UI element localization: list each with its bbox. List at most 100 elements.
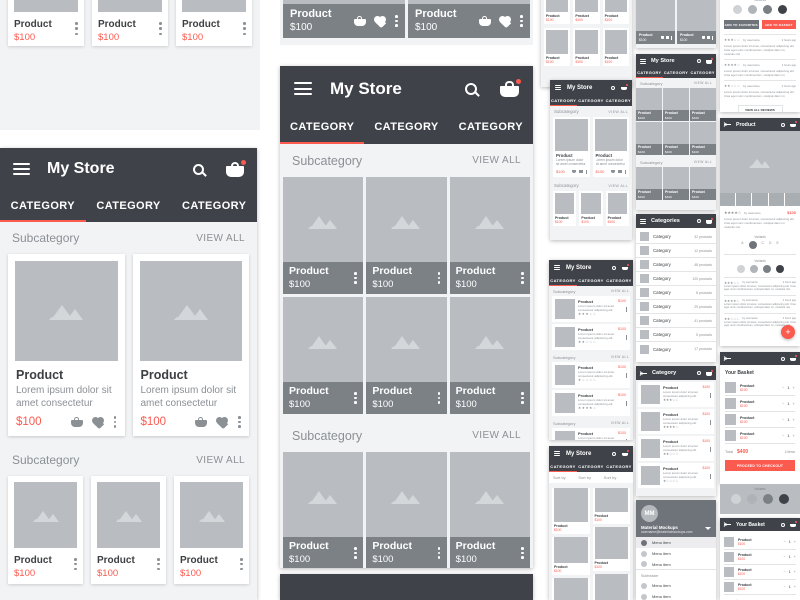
search-icon[interactable] (781, 122, 785, 127)
drawer-item[interactable]: Menu item (636, 559, 716, 570)
decrement-button[interactable]: − (782, 385, 784, 390)
chevron-down-icon[interactable] (705, 527, 711, 530)
variant-swatch[interactable] (731, 494, 741, 504)
back-arrow-icon[interactable] (639, 370, 647, 376)
heart-icon[interactable] (497, 14, 513, 29)
hamburger-icon[interactable] (640, 218, 646, 224)
view-all-link[interactable]: VIEW ALL (611, 289, 629, 293)
hamburger-icon[interactable] (554, 451, 560, 456)
more-vertical-icon[interactable] (159, 22, 162, 35)
more-vertical-icon[interactable] (710, 474, 711, 479)
decrement-button[interactable]: − (783, 540, 785, 544)
product-tile[interactable]: Product $100 (663, 122, 689, 155)
basket-row[interactable]: Product $100−1 + (724, 550, 796, 565)
variant-swatch-selected[interactable] (762, 264, 771, 273)
tab-category-3[interactable]: CATEGORY (171, 190, 257, 222)
tab-category-3[interactable]: CATEGORY (449, 111, 533, 144)
search-icon[interactable] (193, 163, 207, 177)
increment-button[interactable]: + (794, 555, 796, 559)
view-all-link[interactable]: VIEW ALL (611, 355, 629, 359)
product-card[interactable]: Product$100 (602, 28, 629, 66)
heart-icon[interactable] (578, 170, 583, 173)
decrement-button[interactable]: − (783, 570, 785, 574)
screen-thumb-my-store-rows[interactable]: My Store CATEGORY CATEGORY CATEGORY Subc… (549, 260, 633, 440)
view-all-link[interactable]: VIEW ALL (472, 430, 521, 441)
basket-icon[interactable] (622, 264, 629, 270)
basket-icon[interactable] (790, 121, 797, 127)
add-to-basket-button[interactable]: ADD TO BASKET (761, 20, 796, 29)
screen-navigation-drawer[interactable]: MM Material Mockups username@materialmoc… (636, 500, 716, 600)
more-vertical-icon[interactable] (712, 35, 713, 40)
more-vertical-icon[interactable] (520, 272, 524, 284)
tab-category-3[interactable]: CATEGORY (689, 68, 716, 78)
tab-category-2[interactable]: CATEGORY (663, 68, 690, 78)
search-icon[interactable] (781, 522, 785, 527)
product-card[interactable]: Product $100 (8, 0, 84, 46)
category-tabs[interactable]: CATEGORY CATEGORY CATEGORY (636, 68, 716, 78)
variant-swatches[interactable] (724, 5, 796, 14)
variant-swatch[interactable] (747, 494, 757, 504)
increment-button[interactable]: + (793, 401, 795, 406)
screen-thumb-tiles-partial[interactable]: Product $100 Product $100 (636, 0, 716, 48)
more-vertical-icon[interactable] (113, 416, 117, 428)
product-hero-image[interactable] (720, 131, 800, 193)
heart-icon[interactable] (666, 36, 669, 39)
screen-thumb-my-store-cards[interactable]: My Store CATEGORY CATEGORY CATEGORY Subc… (550, 80, 632, 240)
screen-my-store-list[interactable]: My Store CATEGORY CATEGORY CATEGORY Subc… (0, 148, 257, 600)
basket-icon[interactable] (706, 369, 713, 376)
variant-swatch[interactable] (749, 264, 758, 273)
product-tile[interactable]: Product $100 (636, 88, 662, 121)
tab-category-3[interactable]: CATEGORY (605, 275, 633, 286)
basket-icon[interactable] (70, 417, 83, 427)
product-tile[interactable]: Product $100 (366, 452, 447, 568)
screen-categories[interactable]: Categories Category 32 products Category 1… (636, 214, 716, 362)
basket-icon[interactable] (622, 450, 629, 456)
tab-category-2[interactable]: CATEGORY (86, 190, 172, 222)
tab-category-2[interactable]: CATEGORY (577, 275, 605, 286)
search-icon[interactable] (612, 265, 616, 270)
list-item[interactable]: Product$100Lorem ipsum dolor sit amet co… (552, 362, 630, 388)
more-vertical-icon[interactable] (354, 272, 357, 284)
more-vertical-icon[interactable] (240, 558, 243, 570)
more-vertical-icon[interactable] (243, 22, 246, 35)
more-vertical-icon[interactable] (437, 392, 441, 404)
more-vertical-icon[interactable] (157, 558, 160, 570)
product-card[interactable]: Product $100 (92, 0, 168, 46)
basket-icon[interactable] (479, 16, 491, 26)
decrement-button[interactable]: − (783, 585, 785, 589)
tab-category-3[interactable]: CATEGORY (605, 461, 633, 472)
product-tile[interactable]: Product $100 (366, 297, 447, 414)
basket-icon[interactable] (706, 57, 713, 64)
category-tabs[interactable]: CATEGORY CATEGORY CATEGORY (0, 190, 257, 222)
back-arrow-icon[interactable] (723, 522, 731, 528)
list-item[interactable]: Product$100Lorem ipsum dolor sit amet co… (552, 324, 630, 350)
basket-icon[interactable] (790, 521, 797, 527)
product-card[interactable]: Product Lorem ipsum dolor sit amet conse… (553, 117, 590, 177)
list-item[interactable]: Product$100Lorem ipsum dolor sit amet co… (552, 296, 630, 322)
category-tabs[interactable]: CATEGORY CATEGORY CATEGORY (549, 275, 633, 286)
list-item[interactable]: Category 5 products (636, 328, 716, 342)
product-card[interactable]: Product$100 (544, 28, 571, 66)
view-all-reviews-button[interactable]: VIEW ALL REVIEWS (737, 105, 783, 112)
basket-icon[interactable] (706, 217, 713, 224)
hamburger-icon[interactable] (554, 265, 560, 270)
variant-size[interactable]: D (769, 241, 771, 249)
tab-category-2[interactable]: CATEGORY (577, 95, 604, 106)
variant-size[interactable]: E (776, 241, 778, 249)
more-vertical-icon[interactable] (354, 392, 357, 404)
search-icon[interactable] (697, 219, 701, 223)
back-arrow-icon[interactable] (723, 356, 731, 362)
increment-button[interactable]: + (793, 385, 795, 390)
product-thumb[interactable] (720, 193, 736, 206)
basket-row[interactable]: Product $100−1 + (725, 428, 795, 444)
category-tabs[interactable]: CATEGORY CATEGORY CATEGORY (550, 95, 632, 106)
screen-thumb-sort-masonry[interactable]: My Store CATEGORY CATEGORY CATEGORY Sort… (549, 446, 633, 600)
more-vertical-icon[interactable] (626, 373, 627, 378)
product-card[interactable]: Product Lorem ipsum dolor sit amet conse… (8, 254, 125, 436)
product-thumb[interactable] (768, 193, 784, 206)
product-tile[interactable]: Product $100 (366, 177, 447, 294)
drawer-item[interactable]: Menu item (636, 537, 716, 548)
view-all-link[interactable]: VIEW ALL (694, 160, 712, 164)
decrement-button[interactable]: − (782, 401, 784, 406)
product-tile[interactable]: Product $100 (449, 297, 530, 414)
